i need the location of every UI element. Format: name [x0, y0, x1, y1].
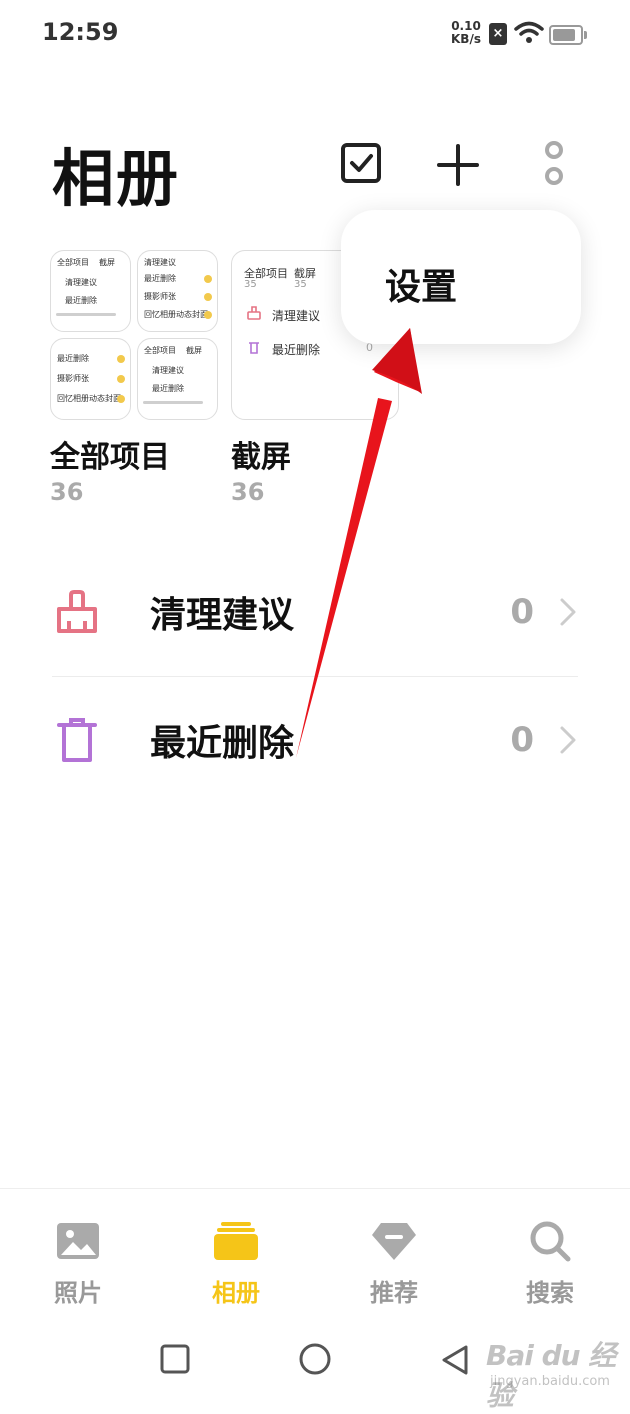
nav-tab-albums[interactable]: 相册: [186, 1219, 286, 1308]
row-label: 最近删除: [150, 723, 295, 764]
album-thumbnail-grid: 全部项目 截屏 清理建议 最近删除 清理建议 最近删除 摄影师张 回忆相册动态封…: [50, 250, 218, 420]
status-time: 12:59: [42, 18, 119, 46]
home-button[interactable]: [298, 1342, 332, 1380]
album-all-items[interactable]: 全部项目 截屏 清理建议 最近删除 清理建议 最近删除 摄影师张 回忆相册动态封…: [50, 250, 218, 506]
back-button[interactable]: [440, 1344, 470, 1380]
list-item-recently-deleted[interactable]: 最近删除 0: [52, 700, 578, 780]
broom-icon: [52, 587, 102, 637]
select-icon[interactable]: [341, 143, 381, 183]
album-count: 36: [231, 478, 265, 506]
more-icon[interactable]: [538, 140, 570, 188]
row-count: 0: [510, 592, 534, 632]
nav-tab-search[interactable]: 搜索: [500, 1219, 600, 1308]
battery-cap: [584, 31, 587, 39]
thumbnail: 全部项目 截屏 清理建议 最近删除: [50, 250, 131, 332]
wifi-icon: [514, 20, 544, 50]
album-count: 36: [50, 478, 84, 506]
chevron-right-icon: [558, 725, 578, 755]
sim-disabled-icon: ×: [489, 23, 507, 45]
thumbnail: 最近删除 摄影师张 回忆相册动态封面: [50, 338, 131, 420]
page-title: 相册: [52, 142, 181, 215]
add-icon[interactable]: [436, 143, 480, 187]
battery-icon: [549, 25, 583, 45]
network-speed: 0.10 KB/s: [451, 19, 481, 46]
thumbnail: 清理建议 最近删除 摄影师张 回忆相册动态封面: [137, 250, 218, 332]
row-count: 0: [510, 720, 534, 760]
album-icon: [186, 1219, 286, 1263]
thumbnail: 全部项目 截屏 清理建议 最近删除: [137, 338, 218, 420]
watermark: Bai du 经验 jingyan.baidu.com: [486, 1339, 616, 1412]
overflow-menu: 设置: [341, 210, 581, 344]
trash-icon: [52, 715, 102, 765]
image-icon: [28, 1219, 128, 1263]
menu-item-settings[interactable]: 设置: [385, 258, 457, 310]
nav-tab-photos[interactable]: 照片: [28, 1219, 128, 1308]
chevron-right-icon: [558, 597, 578, 627]
search-icon: [500, 1219, 600, 1263]
bottom-navigation: 照片 相册 推荐 搜索: [0, 1188, 630, 1319]
recent-apps-button[interactable]: [160, 1344, 190, 1378]
album-name: 全部项目: [50, 440, 170, 475]
list-item-cleanup[interactable]: 清理建议 0: [52, 572, 578, 652]
divider: [52, 676, 578, 677]
row-label: 清理建议: [150, 595, 295, 636]
album-name: 截屏: [231, 440, 291, 475]
tag-icon: [344, 1219, 444, 1263]
nav-tab-recommended[interactable]: 推荐: [344, 1219, 444, 1308]
